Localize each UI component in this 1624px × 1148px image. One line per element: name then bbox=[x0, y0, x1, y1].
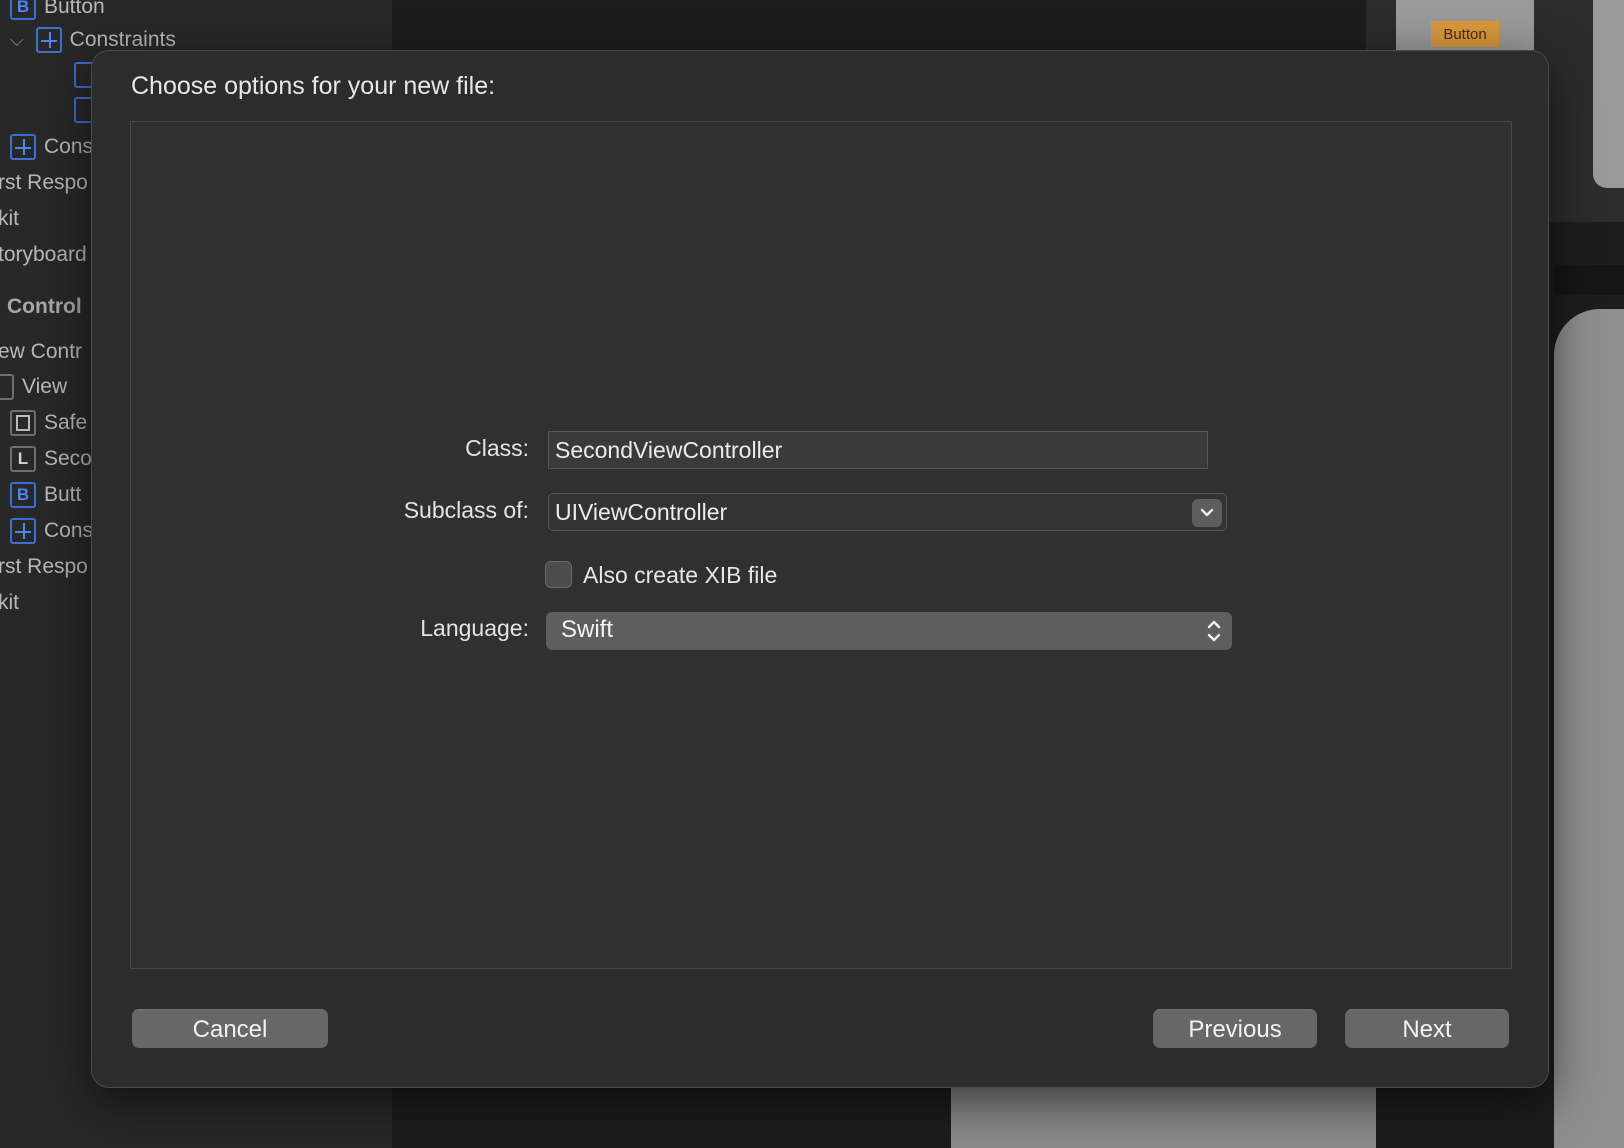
outline-row-constraints[interactable]: Cons bbox=[10, 514, 93, 548]
outline-section-label: Control bbox=[7, 295, 82, 318]
next-button[interactable]: Next bbox=[1345, 1009, 1509, 1048]
outline-row-storyboard[interactable]: toryboard bbox=[0, 238, 87, 272]
outline-row-label: Seco bbox=[44, 447, 92, 470]
outline-row-label: rst Respo bbox=[0, 555, 88, 578]
scene-dock-bar bbox=[1555, 265, 1624, 295]
up-down-arrows-icon bbox=[1207, 620, 1221, 642]
button-type-icon: B bbox=[10, 482, 36, 508]
outline-row-label: Button bbox=[44, 0, 105, 18]
subclass-label: Subclass of: bbox=[403, 497, 529, 523]
scene-button[interactable]: Button bbox=[1431, 21, 1499, 47]
outline-row-exit[interactable]: kit bbox=[0, 586, 19, 620]
outline-row-view-controller[interactable]: ew Contr bbox=[0, 335, 82, 369]
label-type-icon: L bbox=[10, 446, 36, 472]
outline-row-first-responder[interactable]: rst Respo bbox=[0, 550, 88, 584]
xib-checkbox[interactable] bbox=[545, 561, 572, 588]
safe-area-icon bbox=[10, 410, 36, 436]
outline-row-button[interactable]: B Butt bbox=[10, 478, 81, 512]
outline-row-label-item[interactable]: L Seco bbox=[10, 442, 92, 476]
chevron-down-icon[interactable]: ⌵ bbox=[10, 30, 24, 51]
outline-row-label: kit bbox=[0, 207, 19, 230]
new-file-options-sheet: Choose options for your new file: Class:… bbox=[91, 50, 1549, 1088]
chevron-down-icon[interactable] bbox=[1192, 499, 1222, 527]
constraints-icon bbox=[10, 134, 36, 160]
scene-view-bottom bbox=[951, 1088, 1376, 1148]
device-frame-top bbox=[1593, 0, 1624, 188]
constraints-icon bbox=[35, 27, 62, 53]
constraints-icon bbox=[10, 518, 36, 544]
outline-row-label: Safe bbox=[44, 411, 88, 434]
button-type-icon: B bbox=[10, 0, 36, 20]
outline-row-exit[interactable]: kit bbox=[0, 202, 19, 236]
outline-row-label: toryboard bbox=[0, 243, 87, 266]
device-frame bbox=[1554, 309, 1624, 1148]
options-panel: Class: Subclass of: UIViewController Als… bbox=[130, 121, 1512, 969]
sheet-title: Choose options for your new file: bbox=[131, 72, 496, 100]
subclass-combobox[interactable]: UIViewController bbox=[548, 493, 1227, 531]
outline-row-label: View bbox=[22, 375, 68, 398]
outline-section-header[interactable]: Control bbox=[7, 290, 82, 324]
outline-row-safe-area[interactable]: Safe bbox=[10, 406, 87, 440]
class-name-field[interactable] bbox=[548, 431, 1208, 469]
previous-button[interactable]: Previous bbox=[1153, 1009, 1317, 1048]
xib-checkbox-label[interactable]: Also create XIB file bbox=[583, 562, 777, 589]
outline-row-label: Butt bbox=[44, 483, 82, 506]
outline-row-button[interactable]: B Button bbox=[10, 0, 105, 24]
outline-row-view[interactable]: View bbox=[0, 370, 67, 404]
language-value: Swift bbox=[561, 616, 614, 643]
outline-row-label: Constraints bbox=[69, 28, 176, 51]
outline-row-first-responder[interactable]: rst Respo bbox=[0, 166, 88, 200]
outline-row-constraints[interactable]: Cons bbox=[10, 130, 93, 164]
language-popup-button[interactable]: Swift bbox=[546, 612, 1232, 650]
outline-row-label: kit bbox=[0, 591, 19, 614]
outline-row-label: Cons bbox=[44, 519, 94, 542]
class-label: Class: bbox=[465, 435, 529, 461]
outline-row-label: ew Contr bbox=[0, 340, 83, 363]
subclass-value[interactable]: UIViewController bbox=[555, 499, 727, 526]
outline-row-label: rst Respo bbox=[0, 171, 88, 194]
view-icon bbox=[0, 374, 14, 400]
language-label: Language: bbox=[420, 615, 529, 641]
outline-row-label: Cons bbox=[44, 135, 94, 158]
cancel-button[interactable]: Cancel bbox=[132, 1009, 328, 1048]
